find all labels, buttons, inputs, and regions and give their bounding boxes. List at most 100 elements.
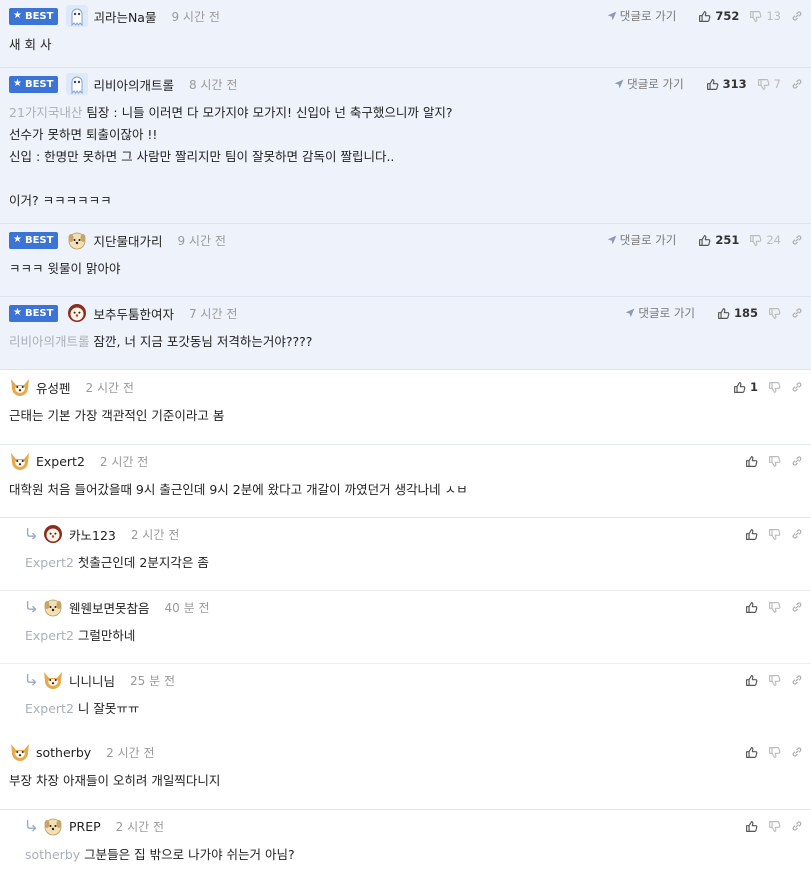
downvote-button[interactable] [768, 528, 781, 541]
mention-tag[interactable]: 리비아의개트롤 [9, 334, 90, 349]
comment-line: Expert2 그럴만하네 [25, 625, 791, 647]
upvote-count: 1 [749, 380, 758, 394]
link-icon[interactable] [791, 455, 803, 467]
upvote-button[interactable]: 1 [733, 380, 758, 394]
link-icon[interactable] [791, 528, 803, 540]
author-name[interactable]: PREP [69, 819, 101, 834]
author-name[interactable]: 니니니님 [69, 671, 115, 690]
author-name[interactable]: 보추두툼한여자 [93, 304, 174, 323]
avatar[interactable] [42, 523, 64, 545]
goto-comment-button[interactable]: 댓글로 가기 [607, 8, 677, 24]
thumbs-up-icon [745, 528, 758, 541]
comment-body: 부장 차장 아재들이 오히려 개일찍다니지 [9, 770, 791, 792]
best-comment: ★ BEST 괴라는Na물 9 시간 전 댓글로 가기 752 13 새 회 사 [0, 0, 811, 68]
comment-time: 8 시간 전 [188, 77, 238, 92]
link-icon[interactable] [791, 674, 803, 686]
mention-tag[interactable]: sotherby [25, 847, 80, 862]
mention-tag[interactable]: Expert2 [25, 628, 74, 643]
upvote-button[interactable]: 752 [698, 9, 739, 23]
upvote-button[interactable] [745, 820, 758, 833]
comment-time: 2 시간 전 [85, 380, 134, 395]
downvote-button[interactable] [768, 820, 781, 833]
mention-tag[interactable]: 21가지국내산 [9, 105, 82, 120]
goto-comment-button[interactable]: 댓글로 가기 [614, 76, 684, 92]
mention-tag[interactable]: Expert2 [25, 701, 74, 716]
goto-label: 댓글로 가기 [619, 9, 677, 23]
upvote-button[interactable]: 313 [706, 77, 747, 91]
avatar[interactable] [66, 229, 88, 251]
author-name[interactable]: 유성펜 [36, 378, 71, 397]
link-icon[interactable] [791, 234, 803, 246]
thumbs-down-icon [768, 820, 781, 833]
comment-text: 첫출근인데 2분지각은 좀 [77, 555, 209, 570]
author-name[interactable]: 리비아의개트롤 [93, 75, 174, 94]
comment-header: sotherby 2 시간 전 [0, 738, 811, 766]
downvote-button[interactable] [768, 601, 781, 614]
comment-actions [735, 447, 803, 475]
goto-comment-button[interactable]: 댓글로 가기 [607, 232, 676, 248]
upvote-button[interactable] [745, 528, 758, 541]
link-icon[interactable] [791, 78, 803, 90]
comment-time: 2 시간 전 [130, 527, 180, 542]
avatar[interactable] [66, 73, 89, 95]
mention-tag[interactable]: Expert2 [25, 555, 74, 570]
author-name[interactable]: Expert2 [36, 454, 85, 469]
comment-author-block: 유성펜 2 시간 전 [9, 373, 134, 401]
star-icon: ★ [13, 10, 22, 21]
upvote-button[interactable]: 185 [717, 306, 758, 320]
comment-header: 니니니님 25 분 전 [0, 666, 811, 694]
comment-line: 21가지국내산 팀장 : 니들 이러면 다 모가지야 모가지! 신입아 넌 축구했… [9, 102, 791, 124]
thumbs-up-icon [717, 307, 730, 320]
link-icon[interactable] [791, 307, 803, 319]
best-comment: ★ BEST 지단물대가리 9 시간 전 댓글로 가기 251 24 ㅋㅋㅋ 윗물이 맑아야 [0, 224, 811, 297]
upvote-button[interactable] [745, 601, 758, 614]
thumbs-down-icon [768, 307, 781, 320]
avatar[interactable] [42, 596, 64, 618]
downvote-button[interactable] [768, 307, 781, 320]
author-name[interactable]: sotherby [36, 745, 91, 760]
downvote-count: 7 [773, 77, 781, 91]
avatar[interactable] [42, 669, 64, 691]
avatar[interactable] [42, 815, 64, 837]
downvote-count: 13 [766, 9, 781, 23]
author-name[interactable]: 괴라는Na물 [93, 7, 156, 26]
link-icon[interactable] [791, 746, 803, 758]
goto-label: 댓글로 가기 [638, 306, 695, 320]
downvote-button[interactable] [768, 381, 781, 394]
avatar[interactable] [66, 5, 89, 27]
downvote-button[interactable]: 13 [749, 9, 781, 23]
author-name[interactable]: 웬웬보면못참음 [69, 598, 150, 617]
link-icon[interactable] [791, 820, 803, 832]
downvote-button[interactable] [768, 455, 781, 468]
star-icon: ★ [13, 78, 22, 89]
avatar[interactable] [9, 741, 31, 763]
link-icon[interactable] [791, 601, 803, 613]
send-icon [607, 11, 620, 21]
send-icon [607, 235, 620, 245]
downvote-button[interactable]: 24 [749, 233, 781, 247]
reply-arrow-icon [25, 600, 39, 614]
downvote-button[interactable] [768, 674, 781, 687]
avatar[interactable] [9, 450, 31, 472]
comment-actions [735, 812, 803, 840]
goto-comment-button[interactable]: 댓글로 가기 [625, 305, 695, 321]
upvote-button[interactable] [745, 746, 758, 759]
upvote-button[interactable]: 251 [698, 233, 739, 247]
avatar[interactable] [9, 376, 31, 398]
downvote-button[interactable]: 7 [757, 77, 781, 91]
thumbs-down-icon [768, 601, 781, 614]
link-icon[interactable] [791, 381, 803, 393]
best-label: BEST [24, 78, 54, 90]
comment-actions: 1 [723, 373, 803, 401]
thumbs-up-icon [706, 78, 719, 91]
avatar[interactable] [66, 302, 88, 324]
thumbs-down-icon [768, 455, 781, 468]
downvote-button[interactable] [768, 746, 781, 759]
upvote-button[interactable] [745, 455, 758, 468]
comment-text: 잠깐, 너 지금 포갓동님 저격하는거야???? [93, 334, 313, 349]
comment-body: 새 회 사 [9, 34, 791, 56]
upvote-button[interactable] [745, 674, 758, 687]
link-icon[interactable] [791, 10, 803, 22]
author-name[interactable]: 지단물대가리 [93, 231, 162, 250]
author-name[interactable]: 카노123 [69, 525, 116, 544]
